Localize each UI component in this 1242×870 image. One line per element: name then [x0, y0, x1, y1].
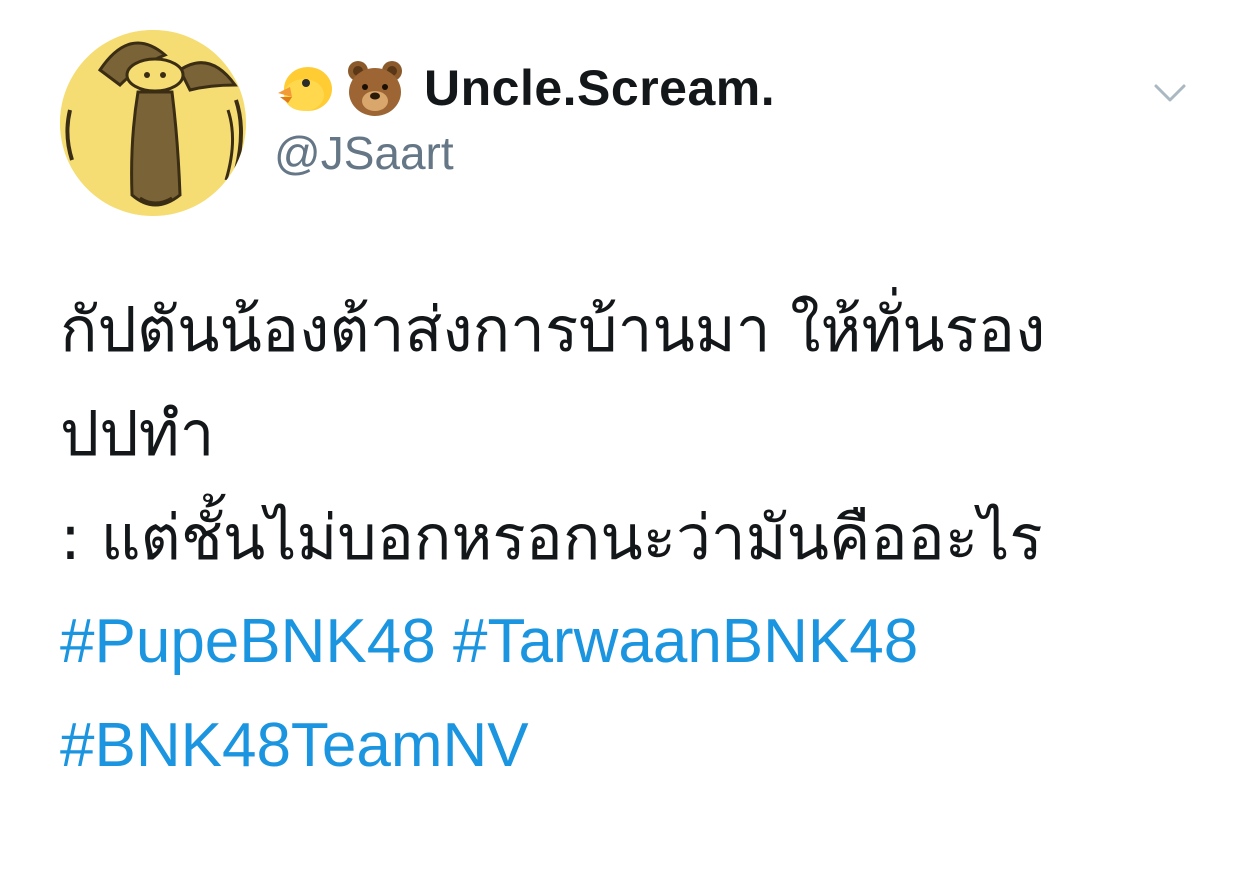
- display-name[interactable]: Uncle.Scream.: [424, 59, 775, 117]
- avatar-drawing: [60, 30, 246, 216]
- user-handle[interactable]: @JSaart: [274, 126, 1152, 180]
- tweet-text: กัปตันน้องต้าส่งการบ้านมา ให้ทั่นรอง ปปท…: [60, 278, 1200, 798]
- tweet-header: Uncle.Scream. @JSaart: [274, 56, 1152, 180]
- chevron-down-icon[interactable]: [1150, 78, 1190, 108]
- tweet-text-line: กัปตันน้องต้าส่งการบ้านมา ให้ทั่นรอง: [60, 293, 1046, 366]
- hashtag-link[interactable]: #BNK48TeamNV: [60, 711, 529, 780]
- tweet-text-line: ปปทำ: [60, 397, 215, 470]
- chick-emoji-icon: [274, 57, 336, 119]
- hashtag-list: #PupeBNK48 #TarwaanBNK48 #BNK48TeamNV: [60, 590, 1200, 798]
- tweet-card: Uncle.Scream. @JSaart กัปตันน้องต้าส่งกา…: [0, 0, 1242, 870]
- bear-face-emoji-icon: [344, 57, 406, 119]
- hashtag-link[interactable]: #TarwaanBNK48: [453, 607, 918, 676]
- name-row: Uncle.Scream.: [274, 56, 1152, 120]
- avatar[interactable]: [60, 30, 246, 216]
- tweet-text-line: : แต่ชั้นไม่บอกหรอกนะว่ามันคืออะไร: [60, 501, 1043, 574]
- hashtag-link[interactable]: #PupeBNK48: [60, 607, 436, 676]
